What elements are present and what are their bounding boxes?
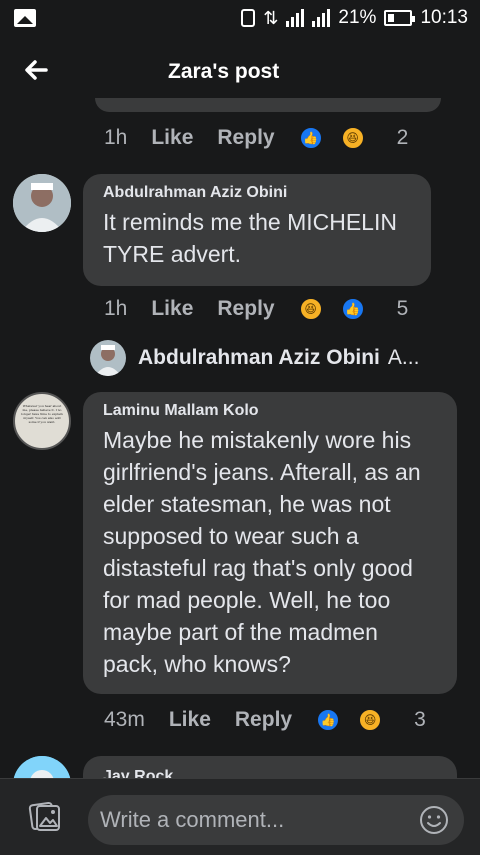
comment-input[interactable] [98, 800, 402, 840]
reply-avatar [90, 340, 126, 376]
comment-composer [0, 778, 480, 855]
back-arrow-icon[interactable] [20, 54, 52, 86]
comment-actions: 1h Like Reply 😆 👍 5 [104, 297, 408, 321]
avatar-text: Whatever you hear about me, please belie… [21, 404, 63, 424]
haha-reaction-icon: 😆 [358, 708, 383, 732]
vibrate-icon [241, 9, 256, 27]
comment-text: It reminds me the MICHELIN TYRE advert. [103, 209, 397, 267]
status-right: ⇅ 21% 10:13 [241, 7, 468, 29]
comment-author[interactable]: Abdulrahman Aziz Obini [103, 184, 411, 202]
avatar[interactable]: Whatever you hear about me, please belie… [13, 392, 71, 450]
reaction-count: 2 [396, 126, 409, 149]
comment-actions: 43m Like Reply 👍 😆 3 [104, 708, 426, 732]
reply-author: Abdulrahman Aziz Obini [138, 346, 380, 369]
like-button[interactable]: Like [151, 297, 193, 321]
clock: 10:13 [420, 7, 468, 28]
like-reaction-icon: 👍 [316, 708, 341, 732]
page-title: Zara's post [168, 60, 280, 83]
like-reaction-icon: 👍 [340, 297, 365, 321]
like-reaction-icon: 👍 [298, 126, 323, 150]
battery-percent: 21% [338, 7, 377, 28]
comment-bubble: Laminu Mallam Kolo Maybe he mistakenly w… [83, 392, 457, 694]
reaction-count: 5 [396, 297, 409, 320]
reply-snippet: A... [387, 346, 420, 369]
avatar[interactable] [13, 174, 71, 232]
comment-time: 1h [104, 297, 128, 320]
reactions[interactable]: 😆 👍 [298, 297, 389, 321]
reply-button[interactable]: Reply [235, 708, 292, 732]
comment-bubble: Abdulrahman Aziz Obini It reminds me the… [83, 174, 431, 286]
signal-icon-2 [312, 9, 331, 27]
comment-text: Maybe he mistakenly wore his girlfriend'… [103, 427, 421, 677]
gallery-notification-icon [14, 9, 36, 27]
comment-time: 43m [104, 708, 145, 731]
haha-reaction-icon: 😆 [340, 126, 365, 150]
comment-actions: 1h Like Reply 👍 😆 2 [104, 126, 408, 150]
comment-input-wrapper[interactable] [88, 795, 464, 845]
reaction-count: 3 [414, 708, 426, 731]
header: Zara's post [0, 36, 480, 106]
like-button[interactable]: Like [151, 126, 193, 150]
battery-icon [384, 10, 416, 26]
reply-button[interactable]: Reply [217, 297, 274, 321]
data-arrows-icon: ⇅ [263, 7, 279, 28]
signal-icon [286, 9, 305, 27]
previous-comment-bubble [95, 98, 441, 112]
like-button[interactable]: Like [169, 708, 211, 732]
haha-reaction-icon: 😆 [298, 297, 323, 321]
reply-button[interactable]: Reply [217, 126, 274, 150]
emoji-icon[interactable] [418, 804, 450, 836]
reply-preview[interactable]: Abdulrahman Aziz Obini A... [90, 340, 419, 376]
comment-author[interactable]: Laminu Mallam Kolo [103, 402, 437, 420]
reactions[interactable]: 👍 😆 [316, 708, 406, 732]
photo-icon[interactable] [28, 799, 62, 833]
status-bar: ⇅ 21% 10:13 [0, 0, 480, 36]
comment-time: 1h [104, 126, 128, 149]
reactions[interactable]: 👍 😆 [298, 126, 389, 150]
